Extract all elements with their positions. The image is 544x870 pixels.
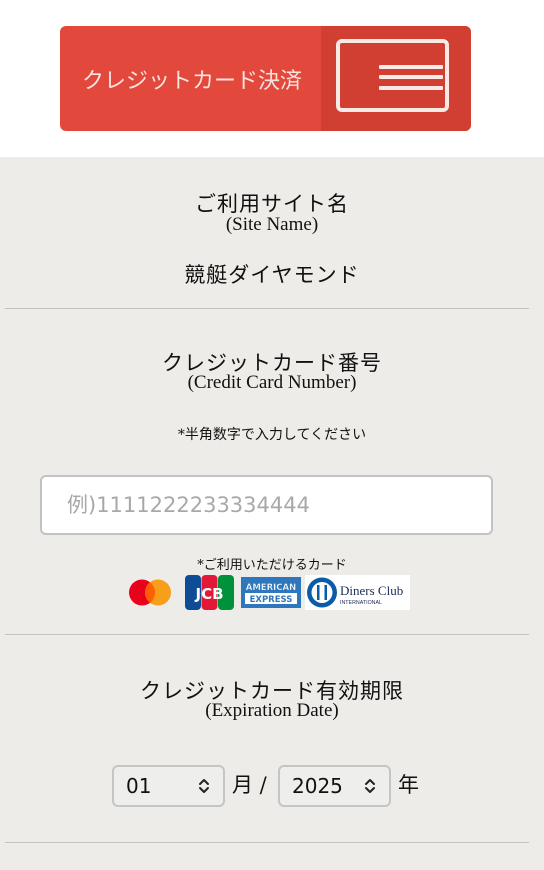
divider bbox=[5, 842, 529, 843]
divider bbox=[5, 634, 529, 635]
accepted-cards-label: *ご利用いただけるカード bbox=[197, 558, 347, 573]
card-number-input[interactable] bbox=[42, 477, 491, 533]
menu-bar-middle bbox=[379, 75, 443, 79]
divider bbox=[5, 308, 529, 309]
card-number-label-en: (Credit Card Number) bbox=[187, 372, 357, 393]
svg-text:INTERNATIONAL: INTERNATIONAL bbox=[340, 600, 382, 606]
svg-text:EXPRESS: EXPRESS bbox=[250, 595, 293, 605]
diners-club-logo-icon: Diners Club INTERNATIONAL bbox=[305, 575, 410, 610]
chevron-up-down-icon bbox=[365, 779, 375, 793]
header-title: クレジットカード決済 bbox=[82, 68, 303, 94]
menu-bar-bottom bbox=[379, 86, 443, 90]
jcb-logo-icon: JCB bbox=[185, 575, 234, 610]
mastercard-logo-icon bbox=[129, 579, 171, 606]
expiration-year-value: 2025 bbox=[292, 774, 343, 798]
expiration-month-value: 01 bbox=[126, 774, 152, 798]
hamburger-menu-button[interactable] bbox=[336, 39, 449, 112]
site-name-value: 競艇ダイヤモンド bbox=[184, 263, 360, 287]
svg-text:AMERICAN: AMERICAN bbox=[246, 583, 296, 593]
card-number-note: *半角数字で入力してください bbox=[177, 427, 367, 443]
svg-text:JCB: JCB bbox=[194, 585, 223, 603]
chevron-up-down-icon bbox=[199, 779, 209, 793]
expiration-year-select[interactable]: 2025 bbox=[278, 765, 391, 807]
american-express-logo-icon: AMERICAN EXPRESS bbox=[241, 577, 301, 608]
year-unit-label: 年 bbox=[398, 773, 419, 797]
menu-bar-top bbox=[379, 65, 443, 69]
expiration-label-en: (Expiration Date) bbox=[205, 700, 339, 721]
month-unit-label: 月 / bbox=[232, 773, 267, 797]
expiration-month-select[interactable]: 01 bbox=[112, 765, 225, 807]
payment-form: ご利用サイト名 (Site Name) 競艇ダイヤモンド クレジットカード番号 … bbox=[0, 157, 544, 870]
payment-header: クレジットカード決済 bbox=[60, 26, 471, 131]
site-name-label-en: (Site Name) bbox=[225, 214, 319, 235]
svg-text:Diners Club: Diners Club bbox=[340, 583, 403, 598]
card-number-field[interactable] bbox=[40, 475, 493, 535]
